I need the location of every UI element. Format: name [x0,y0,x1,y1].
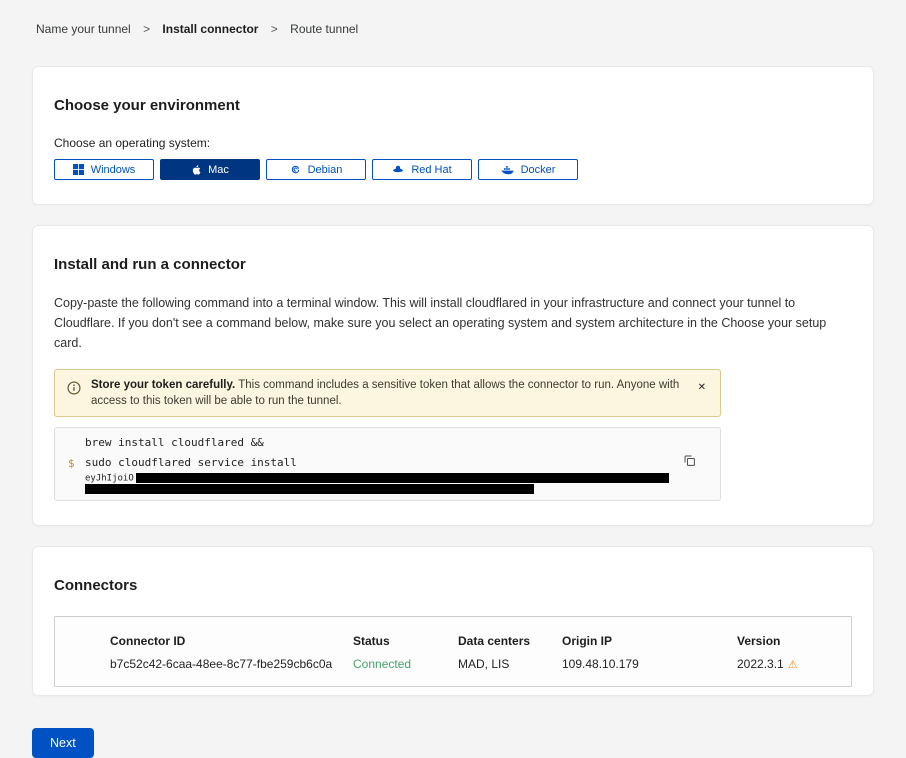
os-button-debian[interactable]: Debian [266,159,366,180]
connectors-title: Connectors [54,577,852,594]
environment-card: Choose your environment Choose an operat… [32,66,874,205]
breadcrumb-name-your-tunnel[interactable]: Name your tunnel [36,22,131,36]
environment-card-title: Choose your environment [54,97,852,114]
breadcrumb-install-connector[interactable]: Install connector [162,22,258,36]
token-warning-banner: Store your token carefully.This command … [54,369,721,417]
version-number: 2022.3.1 [737,657,784,671]
header-connector-id: Connector ID [110,634,353,648]
copy-command-button[interactable] [683,454,696,467]
token-line: eyJhIjoiO [85,473,680,484]
windows-icon [73,164,84,175]
column-status: Status Connected [353,634,458,671]
os-button-redhat[interactable]: Red Hat [372,159,472,180]
info-icon [67,381,81,395]
code-line-1: brew install cloudflared && [85,433,680,453]
breadcrumb: Name your tunnel > Install connector > R… [36,22,874,36]
header-data-centers: Data centers [458,634,562,648]
apple-icon [191,164,201,176]
debian-icon [290,164,301,175]
os-button-label: Docker [521,164,556,176]
install-command-codeblock: $ brew install cloudflared && sudo cloud… [54,427,721,501]
copy-icon [683,455,696,470]
column-data-centers: Data centers MAD, LIS [458,634,562,671]
version-value: 2022.3.1 ⚠ [737,657,851,671]
header-status: Status [353,634,458,648]
column-origin-ip: Origin IP 109.48.10.179 [562,634,737,671]
tunnel-setup-page: Name your tunnel > Install connector > R… [0,0,906,758]
data-centers-value: MAD, LIS [458,657,562,671]
connectors-card: Connectors Connector ID b7c52c42-6caa-48… [32,546,874,696]
docker-icon [501,165,514,175]
breadcrumb-separator: > [271,22,278,36]
redacted-token-bar [136,473,669,483]
os-button-label: Mac [208,164,229,176]
origin-ip-value: 109.48.10.179 [562,657,737,671]
os-button-windows[interactable]: Windows [54,159,154,180]
install-instructions: Copy-paste the following command into a … [54,293,852,353]
warning-bold-text: Store your token carefully. [91,379,235,391]
status-badge: Connected [353,657,458,671]
breadcrumb-route-tunnel[interactable]: Route tunnel [290,22,358,36]
redhat-icon [392,165,404,174]
token-line [85,484,680,495]
next-button[interactable]: Next [32,728,94,758]
header-origin-ip: Origin IP [562,634,737,648]
column-connector-id: Connector ID b7c52c42-6caa-48ee-8c77-fbe… [110,634,353,671]
token-prefix: eyJhIjoiO [85,474,134,484]
column-version: Version 2022.3.1 ⚠ [737,634,851,671]
header-version: Version [737,634,851,648]
redacted-token-bar [85,484,534,494]
os-button-label: Debian [308,164,343,176]
version-warning-icon: ⚠ [788,659,798,671]
os-button-label: Windows [91,164,136,176]
os-select-label: Choose an operating system: [54,136,852,150]
connectors-table: Connector ID b7c52c42-6caa-48ee-8c77-fbe… [54,616,852,687]
install-connector-card: Install and run a connector Copy-paste t… [32,225,874,526]
breadcrumb-separator: > [143,22,150,36]
os-button-label: Red Hat [411,164,451,176]
close-icon[interactable]: ✕ [696,381,708,395]
os-button-docker[interactable]: Docker [478,159,578,180]
connector-id-value: b7c52c42-6caa-48ee-8c77-fbe259cb6c0a [110,657,353,671]
install-connector-title: Install and run a connector [54,256,852,273]
code-line-2: sudo cloudflared service install [85,453,680,473]
os-button-group: Windows Mac Debian Red Hat [54,159,852,180]
os-button-mac[interactable]: Mac [160,159,260,180]
warning-text: Store your token carefully.This command … [91,377,686,409]
shell-prompt: $ [68,457,75,470]
